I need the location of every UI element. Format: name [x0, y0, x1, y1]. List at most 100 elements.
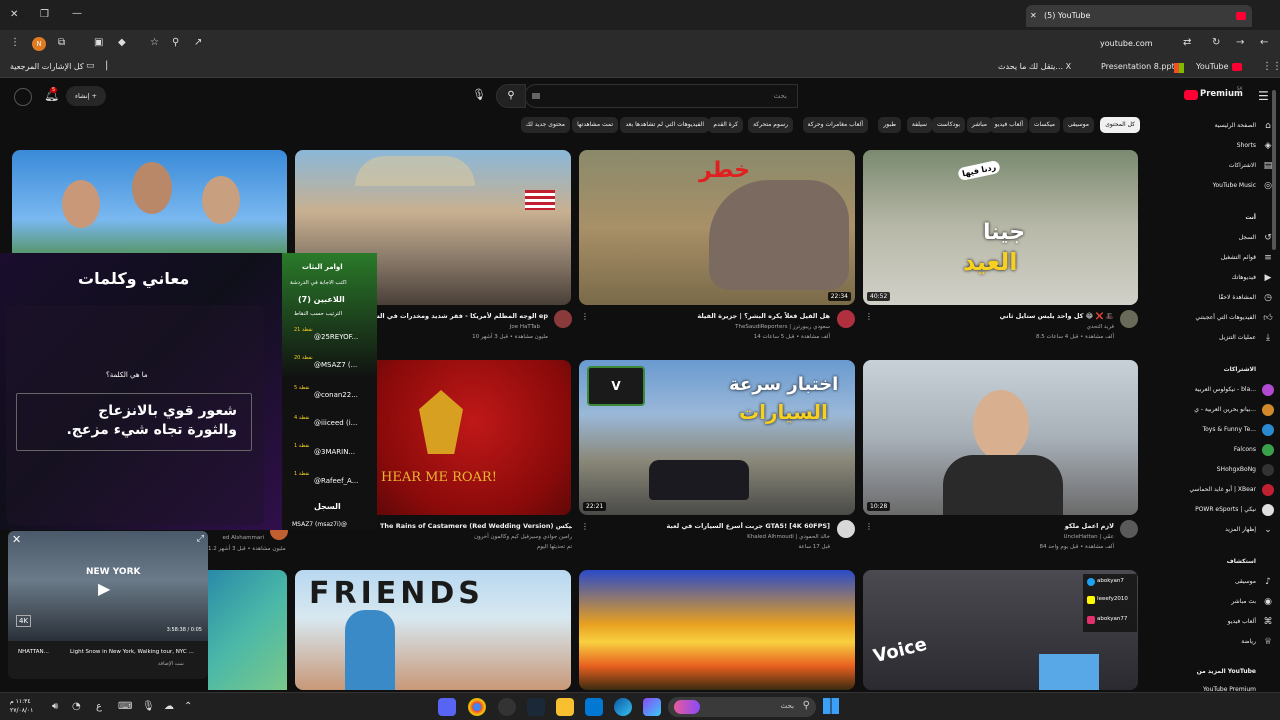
sidebar-sub-3[interactable]: Falcons: [1234, 446, 1256, 453]
close-icon[interactable]: ✕: [12, 533, 21, 546]
chip-animation[interactable]: رسوم متحركة: [748, 117, 793, 133]
miniplayer[interactable]: NEW YORK ▶ 4K 3:58:38 / 0:05 ✕ ⤢ NHATTAN…: [8, 531, 208, 679]
sidebar-sub-2[interactable]: Toys & Funny Te...: [1202, 426, 1256, 433]
edge-icon[interactable]: [614, 698, 632, 716]
video-channel[interactable]: UncleHattan | عمّي: [870, 534, 1114, 540]
refresh-icon[interactable]: ↻: [1212, 38, 1220, 48]
sidebar-item-subscriptions[interactable]: الاشتراكات: [1229, 162, 1256, 169]
video-channel[interactable]: فريد التحدي: [870, 324, 1114, 330]
store-icon[interactable]: [585, 698, 603, 716]
sidebar-item-your-videos[interactable]: فيديوهاتك: [1232, 274, 1256, 281]
profile-avatar[interactable]: N: [32, 37, 46, 51]
tab-youtube[interactable]: (5) YouTube ✕: [1026, 5, 1252, 27]
search-button[interactable]: ⚲: [496, 84, 526, 108]
discord-icon[interactable]: [438, 698, 456, 716]
speaker-icon[interactable]: 🔊︎: [52, 702, 58, 712]
collections-icon[interactable]: ▣: [94, 38, 103, 48]
video-title[interactable]: The Rains of Castamere (Red Wedding Vers…: [380, 522, 572, 530]
forward-icon[interactable]: →: [1236, 38, 1244, 48]
windows-start-icon[interactable]: [823, 698, 839, 714]
keyboard-icon[interactable]: ⌨: [118, 702, 132, 712]
menu-dots-icon[interactable]: ⋮: [10, 38, 20, 48]
sidebar-explore-music[interactable]: موسيقى: [1235, 578, 1256, 585]
video-title[interactable]: لازم اعمل ملكو: [870, 522, 1114, 530]
chip-unwatched[interactable]: الفيديوهات التي لم تشاهدها بعد: [620, 117, 709, 133]
search-input[interactable]: بحث: [524, 84, 798, 108]
chip-all[interactable]: كل المحتوى: [1100, 117, 1140, 133]
share-icon[interactable]: ↗: [194, 38, 202, 48]
sidebar-explore-gaming[interactable]: ألعاب فيديو: [1228, 618, 1256, 625]
scrollbar[interactable]: [1272, 90, 1276, 250]
chip-birds[interactable]: طبور: [878, 117, 901, 133]
create-button[interactable]: إنشاء +: [66, 86, 106, 106]
sidebar-item-home[interactable]: الصفحة الرئيسية: [1215, 122, 1256, 129]
mic-icon[interactable]: 🎙︎: [472, 89, 486, 100]
expand-icon[interactable]: ⤢: [197, 534, 204, 544]
steam-icon[interactable]: [527, 698, 545, 716]
channel-avatar[interactable]: [1120, 520, 1138, 538]
video-thumbnail[interactable]: ردنا فيها جينا العيد 40:52: [863, 150, 1138, 305]
clock-time[interactable]: ١١:٣٤ م: [10, 697, 31, 706]
video-channel[interactable]: TheSaudiReporters | سعودي ريبورترز: [590, 324, 830, 330]
sidebar-explore-live[interactable]: بث مباشر: [1231, 598, 1256, 605]
sidebar-item-liked[interactable]: الفيديوهات التي أعجبتني: [1195, 314, 1256, 321]
chip-football[interactable]: كرة القدم: [708, 117, 743, 133]
channel-avatar[interactable]: [837, 310, 855, 328]
channel-avatar[interactable]: [837, 520, 855, 538]
minimize-window-icon[interactable]: —: [72, 9, 82, 19]
video-title[interactable]: هل الفيل فعلاً يكره البشر؟ | جزيرة الفيل…: [590, 312, 830, 320]
sidebar-subs-header[interactable]: الاشتراكات: [1224, 366, 1256, 373]
hamburger-menu-icon[interactable]: ☰: [1258, 90, 1269, 102]
video-thumbnail[interactable]: [208, 570, 287, 690]
wifi-icon[interactable]: ◔: [72, 702, 81, 712]
apps-grid-icon[interactable]: ⋮⋮: [1262, 62, 1280, 72]
back-icon[interactable]: ←: [1260, 38, 1268, 48]
miniplayer-channel[interactable]: NHATTAN...: [18, 649, 49, 655]
close-window-icon[interactable]: ✕: [10, 10, 18, 20]
chip-chain[interactable]: سيلفة: [906, 117, 932, 133]
obs-icon[interactable]: [498, 698, 516, 716]
sidebar-sub-1[interactable]: بيانو بحرين العربية - ي...: [1194, 406, 1256, 413]
site-settings-icon[interactable]: ⇄: [1183, 38, 1191, 48]
chrome-icon[interactable]: [468, 698, 486, 716]
favorite-star-icon[interactable]: ☆: [150, 38, 159, 48]
chip-watched[interactable]: تمت مشاهدتها: [572, 117, 618, 133]
sidebar-item-shorts[interactable]: Shorts: [1237, 142, 1256, 149]
sidebar-sub-5[interactable]: أبو غايد الحماسي | XBear: [1189, 486, 1256, 493]
sidebar-sub-4[interactable]: SHohgxBoNg: [1217, 466, 1256, 473]
zoom-icon[interactable]: ⚲: [172, 38, 179, 48]
video-menu-icon[interactable]: ⋮: [581, 312, 589, 321]
copilot-icon[interactable]: [643, 698, 661, 716]
tab-close-icon[interactable]: ✕: [1030, 5, 1037, 27]
sidebar-sub-6[interactable]: POWR eSports | نيكي: [1195, 506, 1256, 513]
chip-podcast[interactable]: بودكاست: [931, 117, 965, 133]
sidebar-item-watch-later[interactable]: المشاهدة لاحقًا: [1218, 294, 1256, 301]
play-icon[interactable]: ▶: [98, 579, 110, 598]
chip-adventure[interactable]: ألعاب مغامرات وحركة: [802, 117, 868, 133]
video-thumbnail[interactable]: Voice abokyan7 Ieeefy2010 abokyan77: [863, 570, 1138, 690]
sidebar-show-more[interactable]: إظهار المزيد: [1225, 526, 1256, 533]
video-thumbnail[interactable]: خطر 22:34: [579, 150, 855, 305]
cloud-icon[interactable]: ☁: [164, 702, 174, 712]
video-menu-icon[interactable]: ⋮: [865, 312, 873, 321]
chip-games[interactable]: ألعاب فيديو: [989, 117, 1028, 133]
chip-new[interactable]: محتوى جديد لك: [520, 117, 570, 133]
video-menu-icon[interactable]: ⋮: [581, 522, 589, 531]
taskbar-search-box[interactable]: بحث ⚲: [668, 697, 816, 717]
video-channel[interactable]: Khaled Alhmoudi | خالد الحمودي: [590, 534, 830, 540]
sidebar-you-header[interactable]: أنت: [1245, 214, 1256, 221]
account-avatar[interactable]: [14, 88, 32, 106]
chip-live[interactable]: مباشر: [966, 117, 992, 133]
youtube-logo[interactable]: Premium SA: [1184, 86, 1244, 103]
sidebar-item-downloads[interactable]: عمليات التنزيل: [1219, 334, 1256, 341]
video-thumbnail[interactable]: V اختبار سرعة السيارات 22:21: [579, 360, 855, 515]
bookmark-all[interactable]: كل الإشارات المرجعية: [10, 62, 84, 71]
sidebar-explore-sports[interactable]: رياضة: [1241, 638, 1256, 645]
chip-mixes[interactable]: ميكسات: [1028, 117, 1060, 133]
shield-icon[interactable]: ◆: [118, 38, 126, 48]
video-channel[interactable]: ed Alshammari: [208, 535, 264, 541]
restore-window-icon[interactable]: ❐: [40, 10, 49, 20]
clock-date[interactable]: ٢٧/٠٨/٠١: [10, 707, 33, 714]
chevron-up-icon[interactable]: ⌃: [184, 702, 192, 712]
miniplayer-video[interactable]: NEW YORK ▶ 4K 3:58:38 / 0:05: [8, 531, 208, 641]
